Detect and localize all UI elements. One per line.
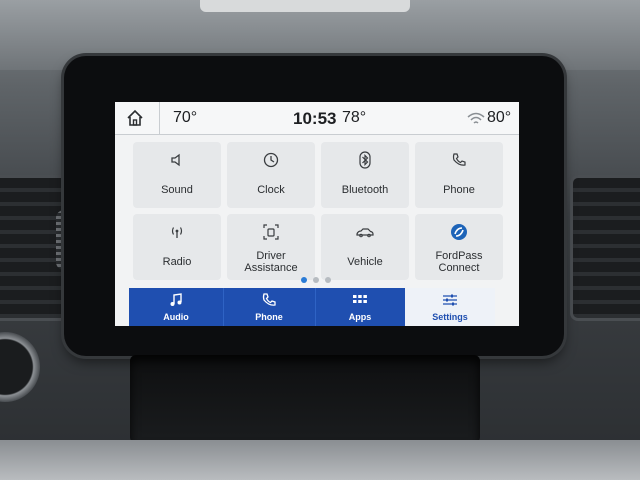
- status-divider: [159, 102, 160, 134]
- app-label: Phone: [443, 184, 475, 196]
- page-dot-3[interactable]: [325, 277, 331, 283]
- app-tile-sound[interactable]: Sound: [133, 142, 221, 208]
- phone-icon: [262, 293, 276, 306]
- dock-label: Phone: [255, 312, 283, 322]
- app-label: FordPass: [435, 250, 483, 262]
- dock-apps-button[interactable]: Apps: [315, 288, 406, 326]
- app-tile-bluetooth[interactable]: Bluetooth: [321, 142, 409, 208]
- dock-settings-button[interactable]: Settings: [405, 288, 495, 326]
- app-tile-vehicle[interactable]: Vehicle: [321, 214, 409, 280]
- fordpass-icon: [451, 224, 467, 240]
- engine-start-button[interactable]: [0, 332, 40, 402]
- dock-phone-button[interactable]: Phone: [223, 288, 316, 326]
- page-dot-1[interactable]: [301, 277, 307, 283]
- outside-temperature: 78°: [342, 109, 367, 126]
- app-tile-radio[interactable]: Radio: [133, 214, 221, 280]
- app-tile-driver-assistance[interactable]: Driver Assistance: [227, 214, 315, 280]
- bluetooth-icon: [359, 151, 371, 169]
- air-vent-right: [570, 175, 640, 321]
- dock-audio-button[interactable]: Audio: [129, 288, 224, 326]
- app-tile-fordpass-connect[interactable]: FordPass Connect: [415, 214, 503, 280]
- dock-label: Apps: [348, 312, 372, 322]
- car-icon: [356, 228, 374, 238]
- infotainment-screen: 70° 10:53 78° 80° Sound Clock Bluetooth …: [115, 102, 519, 326]
- dock-label: Settings: [432, 312, 468, 322]
- status-bar: 70° 10:53 78° 80°: [115, 102, 519, 135]
- app-label-line2: Connect: [438, 262, 480, 274]
- phone-icon: [452, 153, 466, 166]
- passenger-temperature[interactable]: 80°: [487, 109, 511, 127]
- music-note-icon: [170, 293, 182, 306]
- sliders-icon: [443, 294, 457, 306]
- app-label: Clock: [257, 184, 285, 196]
- home-icon[interactable]: [125, 108, 145, 128]
- speaker-icon: [171, 153, 180, 167]
- clock-icon: [263, 152, 279, 168]
- app-label-line2: Assistance: [244, 262, 298, 274]
- app-label: Driver: [256, 250, 286, 262]
- page-indicator: [301, 277, 341, 285]
- apps-grid-icon: [353, 295, 367, 303]
- defrost-vent: [200, 0, 410, 12]
- center-console: [0, 440, 640, 480]
- dock-label: Audio: [163, 312, 189, 322]
- app-grid: Sound Clock Bluetooth Phone Radio Driver…: [133, 142, 503, 280]
- app-tile-phone[interactable]: Phone: [415, 142, 503, 208]
- radio-antenna-icon: [171, 227, 183, 238]
- app-tile-clock[interactable]: Clock: [227, 142, 315, 208]
- driver-temperature[interactable]: 70°: [173, 109, 197, 127]
- wifi-icon: [467, 112, 485, 124]
- app-label: Radio: [162, 256, 192, 268]
- page-dot-2[interactable]: [313, 277, 319, 283]
- storage-cubby: [130, 355, 480, 443]
- app-label: Sound: [161, 184, 193, 196]
- clock-readout: 10:53: [293, 109, 337, 128]
- app-label: Vehicle: [347, 256, 383, 268]
- bottom-dock: Audio Phone Apps Settings: [129, 288, 495, 326]
- driver-assist-icon: [263, 224, 279, 240]
- app-label: Bluetooth: [341, 184, 389, 196]
